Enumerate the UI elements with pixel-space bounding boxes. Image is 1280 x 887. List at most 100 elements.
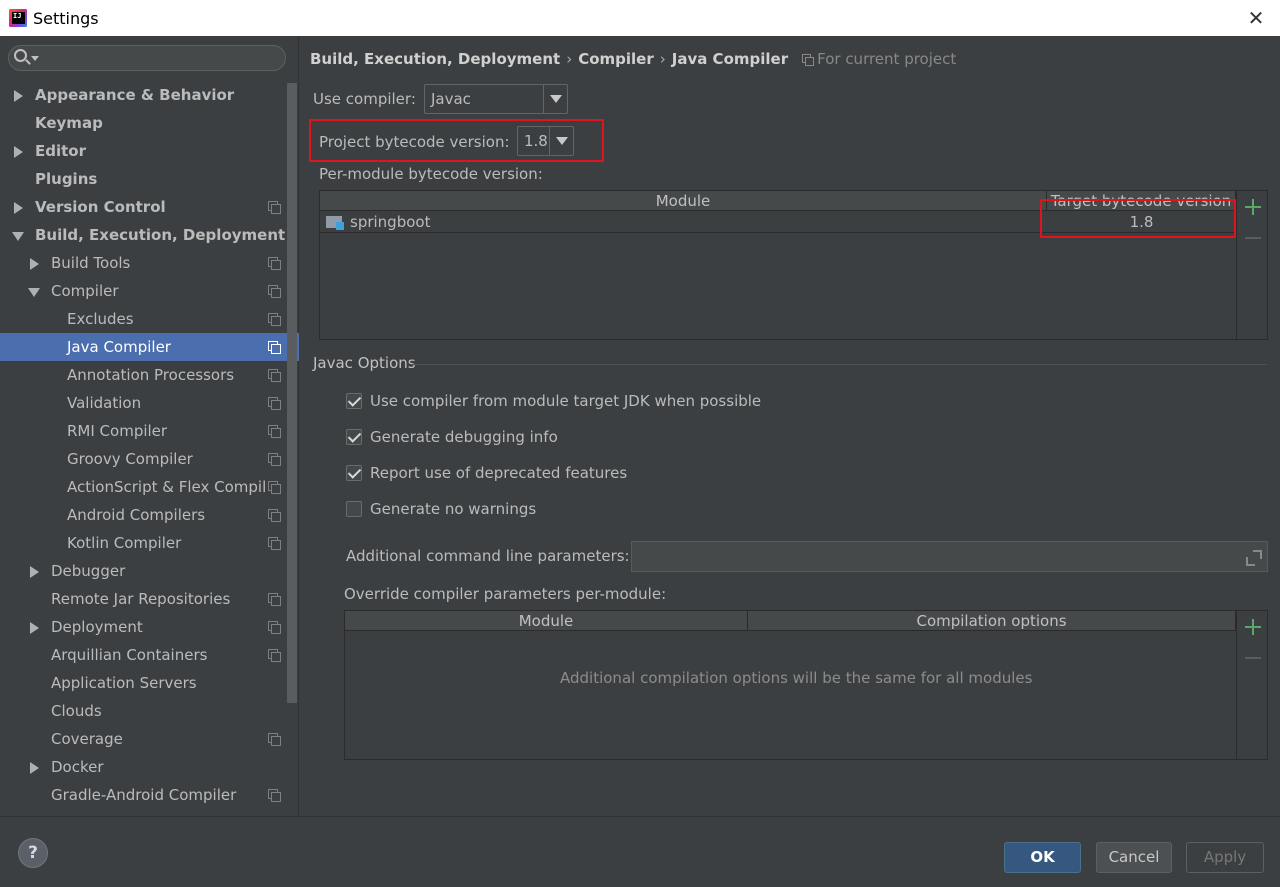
- remove-icon[interactable]: [1245, 237, 1261, 239]
- sidebar-item-debugger[interactable]: Debugger: [0, 557, 299, 585]
- sidebar-item-label: Clouds: [51, 702, 102, 720]
- sidebar-item-actionscript-flex-compiler[interactable]: ActionScript & Flex Compil: [0, 473, 299, 501]
- chevron-down-icon[interactable]: [549, 127, 573, 155]
- expand-arrow-icon[interactable]: [30, 622, 39, 634]
- sidebar-item-plugins[interactable]: Plugins: [0, 165, 299, 193]
- project-scope-icon: [268, 593, 281, 606]
- sidebar-item-coverage[interactable]: Coverage: [0, 725, 299, 753]
- sidebar-item-application-servers[interactable]: Application Servers: [0, 669, 299, 697]
- sidebar-item-build-tools[interactable]: Build Tools: [0, 249, 299, 277]
- add-icon[interactable]: [1245, 619, 1261, 635]
- sidebar-item-clouds[interactable]: Clouds: [0, 697, 299, 725]
- checkbox[interactable]: [346, 465, 362, 481]
- checkbox[interactable]: [346, 429, 362, 445]
- settings-sidebar: Appearance & Behavior Keymap Editor Plug…: [0, 36, 299, 816]
- sidebar-item-validation[interactable]: Validation: [0, 389, 299, 417]
- option-label: Report use of deprecated features: [370, 464, 628, 482]
- project-scope-icon: [268, 537, 281, 550]
- column-header-module[interactable]: Module: [320, 191, 1047, 211]
- expand-arrow-icon[interactable]: [30, 566, 39, 578]
- project-bytecode-select[interactable]: 1.8: [517, 126, 574, 156]
- sidebar-scrollbar[interactable]: [287, 83, 297, 703]
- intellij-icon: [9, 9, 27, 27]
- additional-params-input[interactable]: [631, 541, 1268, 572]
- sidebar-item-label: Validation: [67, 394, 142, 412]
- sidebar-item-annotation-processors[interactable]: Annotation Processors: [0, 361, 299, 389]
- dialog-footer: ? OK Cancel Apply: [0, 816, 1280, 887]
- option-label: Generate debugging info: [370, 428, 558, 446]
- apply-button[interactable]: Apply: [1186, 842, 1264, 873]
- chevron-down-icon[interactable]: [543, 85, 567, 113]
- expand-arrow-icon[interactable]: [30, 258, 39, 270]
- sidebar-item-label: Build Tools: [51, 254, 131, 272]
- column-header-compilation-options[interactable]: Compilation options: [748, 611, 1236, 631]
- expand-arrow-icon[interactable]: [14, 146, 23, 158]
- sidebar-item-editor[interactable]: Editor: [0, 137, 299, 165]
- add-icon[interactable]: [1245, 199, 1261, 215]
- breadcrumb-part: Java Compiler: [671, 50, 789, 68]
- column-header-module[interactable]: Module: [345, 611, 748, 631]
- use-compiler-select[interactable]: Javac: [424, 84, 568, 114]
- breadcrumb-part: Compiler: [578, 50, 654, 68]
- sidebar-item-keymap[interactable]: Keymap: [0, 109, 299, 137]
- cancel-button[interactable]: Cancel: [1096, 842, 1172, 873]
- sidebar-item-java-compiler[interactable]: Java Compiler: [0, 333, 299, 361]
- sidebar-item-remote-jar-repositories[interactable]: Remote Jar Repositories: [0, 585, 299, 613]
- project-scope-icon: [268, 733, 281, 746]
- project-scope-icon: [268, 453, 281, 466]
- additional-params-label: Additional command line parameters:: [346, 547, 630, 565]
- checkbox[interactable]: [346, 393, 362, 409]
- sidebar-item-label: Coverage: [51, 730, 123, 748]
- checkbox[interactable]: [346, 501, 362, 517]
- sidebar-item-version-control[interactable]: Version Control: [0, 193, 299, 221]
- sidebar-item-appearance-behavior[interactable]: Appearance & Behavior: [0, 81, 299, 109]
- ok-button[interactable]: OK: [1004, 842, 1081, 873]
- remove-icon[interactable]: [1245, 657, 1261, 659]
- option-label: Use compiler from module target JDK when…: [370, 392, 762, 410]
- collapse-arrow-icon[interactable]: [12, 232, 24, 241]
- project-scope-icon: [268, 621, 281, 634]
- project-scope-icon: [268, 313, 281, 326]
- close-icon[interactable]: ✕: [1244, 6, 1268, 30]
- chevron-down-icon[interactable]: [31, 56, 39, 61]
- sidebar-item-label: Kotlin Compiler: [67, 534, 182, 552]
- help-button[interactable]: ?: [18, 838, 48, 868]
- sidebar-item-build-execution-deployment[interactable]: Build, Execution, Deployment: [0, 221, 299, 249]
- empty-table-text: Additional compilation options will be t…: [560, 669, 1033, 687]
- search-input[interactable]: [8, 45, 286, 71]
- breadcrumb: Build, Execution, Deployment › Compiler › Ja…: [310, 50, 956, 68]
- table-toolbar: [1236, 611, 1267, 759]
- expand-icon[interactable]: [1246, 550, 1262, 566]
- highlight-box: [1040, 199, 1236, 238]
- project-scope-icon: [268, 201, 281, 214]
- project-scope-icon: [268, 509, 281, 522]
- sidebar-item-kotlin-compiler[interactable]: Kotlin Compiler: [0, 529, 299, 557]
- sidebar-item-docker[interactable]: Docker: [0, 753, 299, 781]
- sidebar-item-label: Android Compilers: [67, 506, 206, 524]
- project-bytecode-label: Project bytecode version:: [319, 133, 510, 151]
- sidebar-item-label: Compiler: [51, 282, 119, 300]
- sidebar-item-groovy-compiler[interactable]: Groovy Compiler: [0, 445, 299, 473]
- sidebar-item-label: Remote Jar Repositories: [51, 590, 231, 608]
- collapse-arrow-icon[interactable]: [28, 288, 40, 297]
- sidebar-item-android-compilers[interactable]: Android Compilers: [0, 501, 299, 529]
- project-scope-icon: [268, 397, 281, 410]
- expand-arrow-icon[interactable]: [14, 90, 23, 102]
- sidebar-item-excludes[interactable]: Excludes: [0, 305, 299, 333]
- expand-arrow-icon[interactable]: [14, 202, 23, 214]
- option-label: Generate no warnings: [370, 500, 537, 518]
- table-header: Module Compilation options: [345, 611, 1236, 631]
- sidebar-item-deployment[interactable]: Deployment: [0, 613, 299, 641]
- breadcrumb-separator: ›: [566, 50, 573, 68]
- sidebar-item-gradle-android-compiler[interactable]: Gradle-Android Compiler: [0, 781, 299, 809]
- sidebar-item-rmi-compiler[interactable]: RMI Compiler: [0, 417, 299, 445]
- scope-label: For current project: [802, 50, 956, 68]
- sidebar-item-label: Editor: [35, 142, 86, 160]
- javac-options-title: Javac Options: [313, 354, 416, 372]
- project-scope-icon: [268, 341, 281, 354]
- sidebar-item-arquillian-containers[interactable]: Arquillian Containers: [0, 641, 299, 669]
- sidebar-item-compiler[interactable]: Compiler: [0, 277, 299, 305]
- expand-arrow-icon[interactable]: [30, 762, 39, 774]
- settings-tree: Appearance & Behavior Keymap Editor Plug…: [0, 81, 299, 809]
- sidebar-item-label: Build, Execution, Deployment: [35, 226, 286, 244]
